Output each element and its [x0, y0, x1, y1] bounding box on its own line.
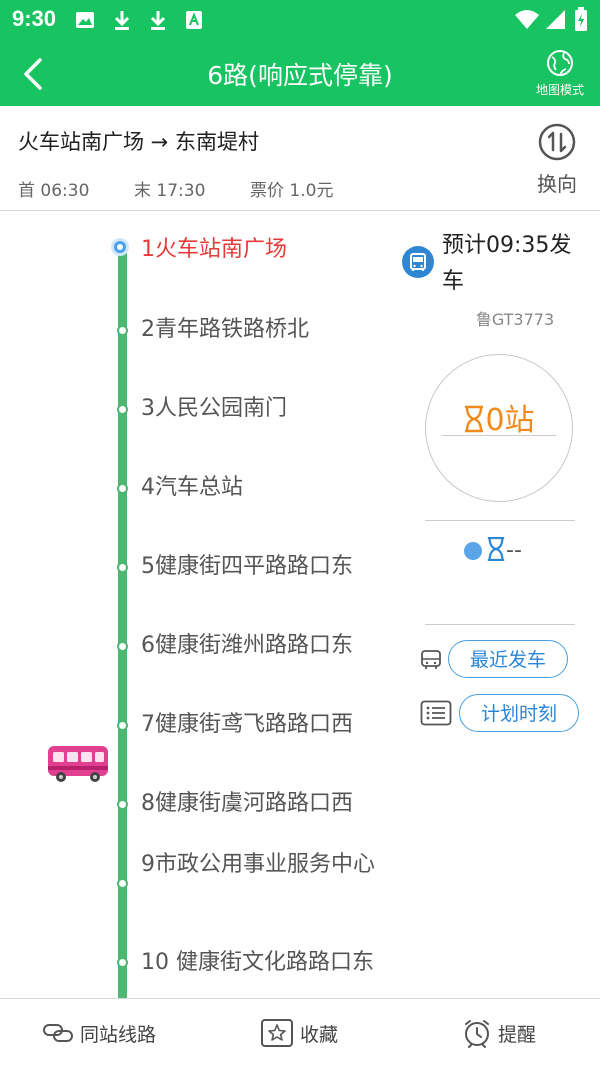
- station-dot: [117, 404, 128, 415]
- alarm-clock-icon: [465, 1020, 489, 1048]
- departure-time: 预计09:35发车: [442, 233, 572, 294]
- station-dot: [117, 720, 128, 731]
- map-mode-button[interactable]: 地图模式: [530, 48, 590, 98]
- station-dot: [117, 483, 128, 494]
- station-dot: [117, 878, 128, 889]
- station-item-9[interactable]: 9市政公用事业服务中心: [141, 845, 391, 885]
- route-header: 火车站南广场 → 东南堤村 首 06:30 末 17:30 票价 1.0元 换向: [0, 106, 600, 211]
- station-item-6[interactable]: 6健康街潍州路路口东: [141, 626, 406, 666]
- status-bar: 9:30: [0, 0, 600, 42]
- bottom-bar: 同站线路 收藏 提醒: [0, 998, 600, 1067]
- reminder-tab[interactable]: 提醒: [462, 999, 536, 1067]
- recent-departure-button[interactable]: 最近发车: [448, 640, 568, 678]
- switch-direction-label: 换向: [537, 172, 577, 196]
- station-item-1[interactable]: 1火车站南广场: [141, 230, 406, 270]
- switch-direction-button[interactable]: 换向: [532, 122, 582, 197]
- station-item-10[interactable]: 10 健康街文化路路口东: [141, 943, 406, 983]
- bus-icon[interactable]: [46, 744, 110, 784]
- link-icon: [43, 1024, 73, 1042]
- divider: [442, 435, 556, 436]
- page-title: 6路(响应式停靠): [207, 61, 393, 90]
- station-item-5[interactable]: 5健康街四平路路口东: [141, 547, 406, 587]
- station-dot: [117, 799, 128, 810]
- station-dot: [117, 562, 128, 573]
- station-item-8[interactable]: 8健康街虞河路路口西: [141, 784, 406, 824]
- image-icon: [76, 12, 94, 28]
- bus-plate: 鲁GT3773: [475, 310, 555, 329]
- current-station-dot: [111, 238, 129, 256]
- favorite-tab[interactable]: 收藏: [260, 999, 338, 1067]
- departure-bus-icon: [402, 246, 434, 278]
- last-bus-time: 末 17:30: [134, 181, 206, 201]
- wifi-icon: [515, 10, 539, 29]
- hourglass-icon: [487, 537, 505, 561]
- swap-icon: [538, 123, 576, 161]
- app-bar: 6路(响应式停靠) 地图模式: [0, 42, 600, 106]
- divider: [425, 520, 575, 521]
- battery-icon: [575, 7, 587, 31]
- star-icon: [261, 1019, 293, 1047]
- same-station-lines-label: 同站线路: [80, 1023, 157, 1046]
- map-mode-label: 地图模式: [535, 83, 584, 97]
- next-bus-info: --: [464, 536, 522, 563]
- first-bus-time: 首 06:30: [18, 181, 90, 201]
- fare: 票价 1.0元: [250, 181, 334, 201]
- station-dot: [117, 325, 128, 336]
- bus-outline-icon: [421, 650, 441, 669]
- favorite-label: 收藏: [300, 1023, 339, 1046]
- download-icon: [114, 11, 130, 30]
- station-item-3[interactable]: 3人民公园南门: [141, 389, 406, 429]
- station-dot: [117, 641, 128, 652]
- next-bus-dot: [464, 542, 482, 560]
- station-dot: [117, 957, 128, 968]
- station-item-4[interactable]: 4汽车总站: [141, 468, 406, 508]
- schedule-button[interactable]: 计划时刻: [459, 694, 579, 732]
- stops-away: 0站: [426, 395, 572, 439]
- signal-icon: [546, 10, 565, 29]
- stops-away-circle: 0站: [425, 354, 573, 502]
- status-time: 9:30: [12, 6, 57, 31]
- hourglass-icon: [465, 405, 484, 433]
- list-icon: [420, 700, 452, 726]
- globe-icon: [547, 50, 573, 76]
- download-icon-2: [150, 11, 166, 30]
- divider: [425, 624, 575, 625]
- station-item-7[interactable]: 7健康街鸢飞路路口西: [141, 705, 406, 745]
- same-station-lines-tab[interactable]: 同站线路: [42, 999, 156, 1067]
- route-direction: 火车站南广场 → 东南堤村: [18, 130, 259, 154]
- app-notification-icon: [186, 11, 202, 29]
- station-item-2[interactable]: 2青年路铁路桥北: [141, 310, 406, 350]
- reminder-label: 提醒: [498, 1023, 537, 1046]
